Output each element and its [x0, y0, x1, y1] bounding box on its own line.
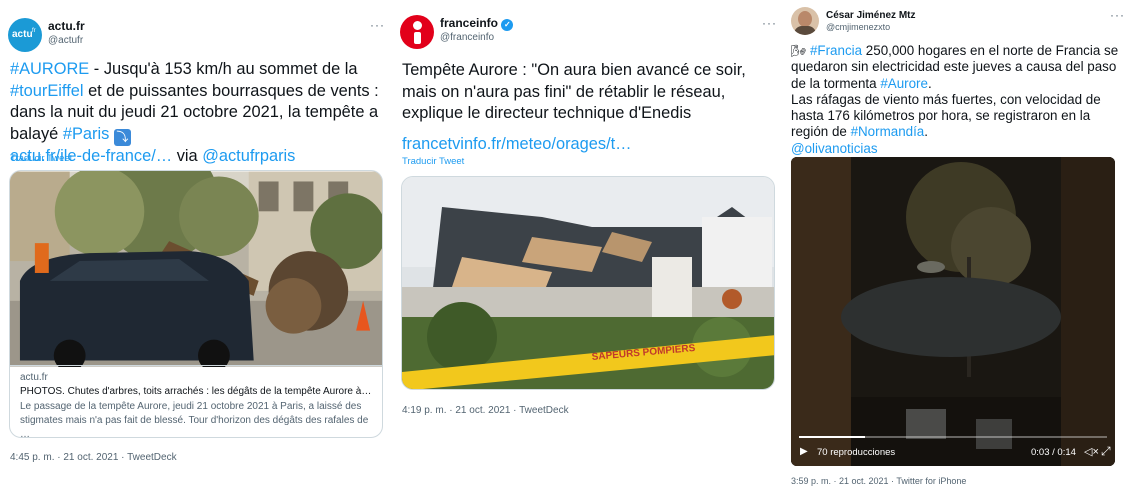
tweet-timestamp[interactable]: 3:59 p. m. · 21 oct. 2021 · Twitter for …: [791, 476, 966, 486]
translate-tweet-link[interactable]: Traducir Tweet: [402, 156, 464, 167]
text-segment: Las ráfagas de viento más fuertes, con v…: [791, 91, 1101, 140]
storm-damage-image: SAPEURS POMPIERS: [402, 177, 774, 389]
tweet-body-text: Tempête Aurore : "On aura bien avancé ce…: [402, 61, 746, 122]
video-frame: [791, 157, 1115, 466]
avatar[interactable]: [400, 15, 434, 49]
video-progress-fill: [799, 436, 865, 438]
avatar-logo-text: actu: [12, 29, 33, 40]
card-info: actu.fr PHOTOS. Chutes d'arbres, toits a…: [10, 365, 382, 437]
fullscreen-icon[interactable]: ⤢: [1101, 444, 1111, 459]
volume-icon[interactable]: ◁×: [1084, 445, 1099, 458]
tweet-image[interactable]: SAPEURS POMPIERS: [401, 176, 775, 390]
view-count: 70 reproducciones: [817, 447, 896, 458]
tweet-text: Tempête Aurore : "On aura bien avancé ce…: [402, 60, 762, 125]
avatar-logo-sup: fr: [32, 28, 36, 34]
via-text: via: [172, 146, 203, 165]
hashtag-toureiffel[interactable]: #tourEiffel: [10, 82, 84, 100]
mention-olivanoticias[interactable]: @olivanoticias: [791, 141, 878, 156]
hashtag-paris[interactable]: #Paris: [63, 125, 109, 143]
tweet-franceinfo[interactable]: franceinfo ✓ @franceinfo ··· Tempête Aur…: [392, 0, 784, 491]
author-handle[interactable]: @cmjimenezxto: [826, 22, 890, 32]
franceinfo-logo-dot: [413, 21, 422, 30]
mention-actufrparis[interactable]: @actufrparis: [202, 147, 295, 165]
franceinfo-logo-bar: [414, 32, 421, 44]
more-options-icon[interactable]: ···: [762, 16, 777, 30]
author-handle[interactable]: @franceinfo: [440, 32, 494, 43]
avatar[interactable]: actu fr: [8, 18, 42, 52]
tweet-timestamp[interactable]: 4:45 p. m. · 21 oct. 2021 · TweetDeck: [10, 452, 177, 463]
article-link[interactable]: francetvinfo.fr/meteo/orages/t…: [402, 134, 632, 156]
hashtag-aurore[interactable]: #Aurore: [880, 76, 928, 91]
tweet-text: #AURORE - Jusqu'à 153 km/h au sommet de …: [10, 59, 385, 167]
avatar-shirt: [794, 26, 816, 35]
play-icon[interactable]: ▶: [800, 446, 808, 457]
video-controls: ▶ 70 reproducciones 0:03 / 0:14 ◁× ⤢: [791, 432, 1115, 466]
text-segment: - Jusqu'à 153 km/h au sommet de la: [89, 60, 358, 78]
card-image-fallen-tree: [10, 171, 382, 367]
author-name-text: franceinfo: [440, 16, 499, 30]
tweet-cesar-jimenez[interactable]: César Jiménez Mtz @cmjimenezxto ··· 🌬 #F…: [784, 0, 1123, 491]
card-title: PHOTOS. Chutes d'arbres, toits arrachés …: [20, 386, 372, 397]
link-card[interactable]: actu.fr PHOTOS. Chutes d'arbres, toits a…: [9, 170, 383, 438]
arrow-emoji-icon: ⤵: [113, 128, 131, 146]
card-domain: actu.fr: [20, 372, 48, 383]
author-name[interactable]: franceinfo ✓: [440, 16, 514, 31]
author-name[interactable]: César Jiménez Mtz: [826, 10, 915, 21]
more-options-icon[interactable]: ···: [370, 18, 385, 32]
text-segment: .: [927, 75, 932, 91]
tweet-text: 🌬 #Francia 250,000 hogares en el norte d…: [791, 43, 1119, 157]
tweet-actufr[interactable]: actu fr actu.fr @actufr ··· #AURORE - Ju…: [0, 0, 392, 491]
tweet-timestamp[interactable]: 4:19 p. m. · 21 oct. 2021 · TweetDeck: [402, 405, 569, 416]
more-options-icon[interactable]: ···: [1110, 8, 1123, 22]
video-time: 0:03 / 0:14: [1031, 447, 1076, 458]
hashtag-francia[interactable]: #Francia: [810, 43, 862, 58]
verified-icon: ✓: [501, 19, 514, 31]
video-progress-bar[interactable]: [799, 436, 1107, 438]
author-name[interactable]: actu.fr: [48, 19, 85, 33]
avatar-face: [798, 11, 812, 27]
hashtag-aurore[interactable]: #AURORE: [10, 60, 89, 78]
video-player[interactable]: ▶ 70 reproducciones 0:03 / 0:14 ◁× ⤢: [791, 157, 1115, 466]
text-segment: .: [924, 124, 928, 140]
translate-tweet-link[interactable]: Traducir Tweet: [10, 153, 72, 164]
avatar[interactable]: [791, 7, 819, 35]
card-description: Le passage de la tempête Aurore, jeudi 2…: [20, 401, 369, 438]
wind-emoji-icon: 🌬: [791, 44, 807, 58]
author-handle[interactable]: @actufr: [48, 35, 83, 46]
hashtag-normandia[interactable]: #Normandía: [851, 124, 925, 139]
